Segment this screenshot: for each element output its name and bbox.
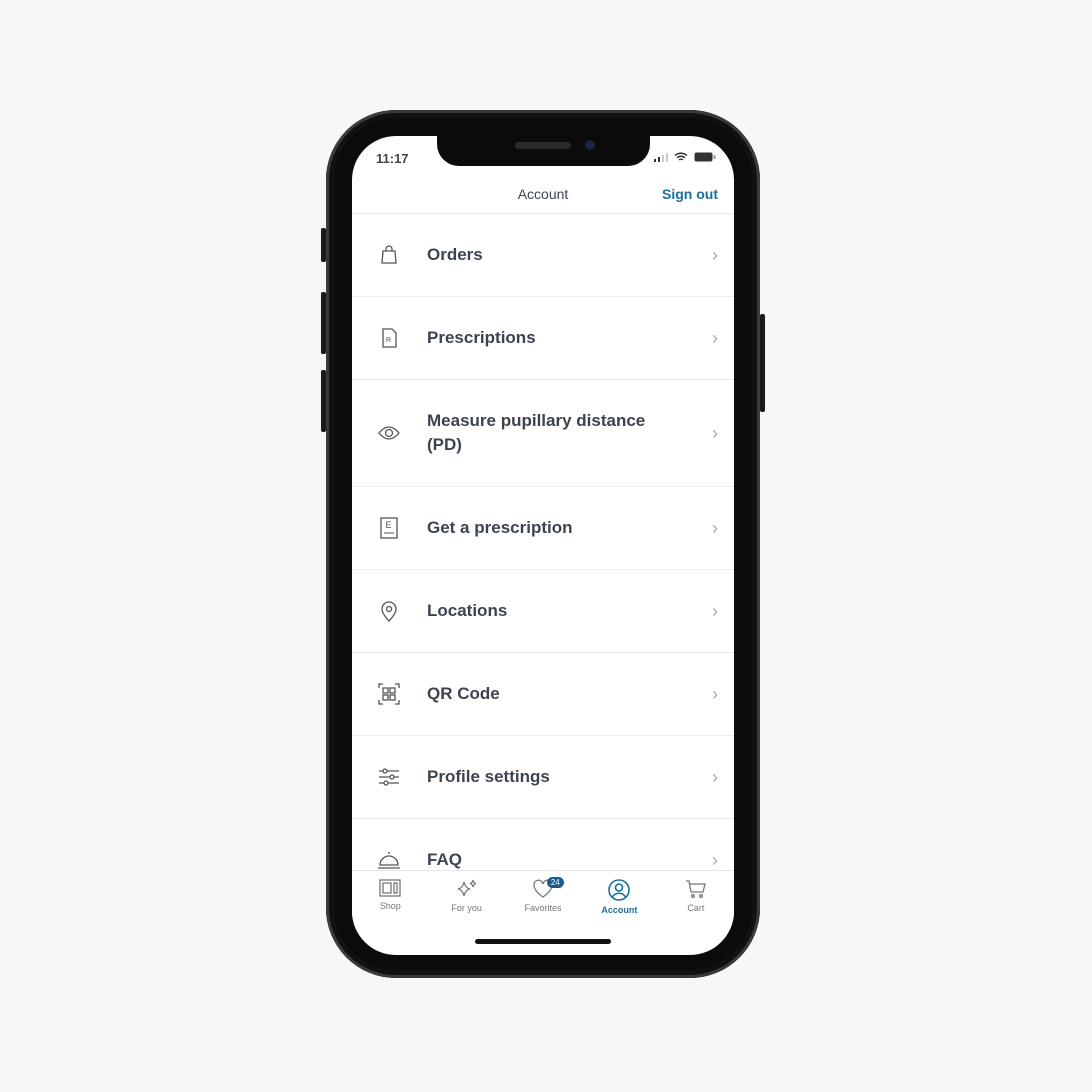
chevron-right-icon: › [712,849,718,870]
header: Account Sign out [352,176,734,214]
menu-item-get-prescription[interactable]: E Get a prescription › [352,487,734,570]
qr-code-icon [377,682,401,706]
location-pin-icon [377,599,401,623]
mute-switch [321,228,326,262]
svg-text:E: E [386,520,392,530]
tab-favorites[interactable]: 24 Favorites [505,871,581,930]
status-icons [654,152,716,162]
chevron-right-icon: › [712,683,718,704]
camera [585,140,595,150]
sparkles-icon [457,879,476,897]
sliders-icon [377,765,401,789]
tab-shop[interactable]: Shop [352,871,428,930]
menu-item-locations[interactable]: Locations › [352,570,734,653]
chevron-right-icon: › [712,600,718,621]
user-circle-icon [608,879,631,901]
volume-down-button [321,370,326,432]
status-time: 11:17 [376,151,409,166]
service-bell-icon [377,848,401,872]
wifi-icon [674,152,688,161]
menu-item-profile-settings[interactable]: Profile settings › [352,736,734,819]
speaker [515,142,571,149]
chevron-right-icon: › [712,517,718,538]
menu-item-qr-code[interactable]: QR Code › [352,653,734,736]
home-indicator[interactable] [475,939,611,944]
chevron-right-icon: › [712,422,718,443]
shopping-bag-icon [377,243,401,267]
menu-item-orders[interactable]: Orders › [352,214,734,297]
sign-out-button[interactable]: Sign out [662,186,718,202]
menu-item-measure-pd[interactable]: Measure pupillary distance (PD) › [352,380,734,487]
chevron-right-icon: › [712,766,718,787]
battery-icon [694,152,716,162]
tab-cart[interactable]: Cart [658,871,734,930]
cart-icon [685,880,706,898]
power-button [760,314,765,412]
account-menu: Orders › R Prescriptions › Measure pupillar… [352,214,734,902]
volume-up-button [321,292,326,354]
tab-for-you[interactable]: For you [428,871,504,930]
prescription-document-icon: R [377,326,401,350]
eye-icon [377,421,401,445]
svg-text:R: R [386,337,391,344]
shop-icon [379,879,401,897]
screen: 11:17 Account Sign out Orders › R Prescrip… [352,136,734,955]
signal-icon [654,152,668,162]
chevron-right-icon: › [712,244,718,265]
bottom-tab-bar: Shop For you 24 Favorites Account Cart [352,870,734,930]
tab-account[interactable]: Account [581,871,657,930]
eye-chart-icon: E [377,516,401,540]
menu-item-prescriptions[interactable]: R Prescriptions › [352,297,734,380]
chevron-right-icon: › [712,327,718,348]
notch [437,136,650,166]
favorites-count-badge: 24 [546,877,564,888]
